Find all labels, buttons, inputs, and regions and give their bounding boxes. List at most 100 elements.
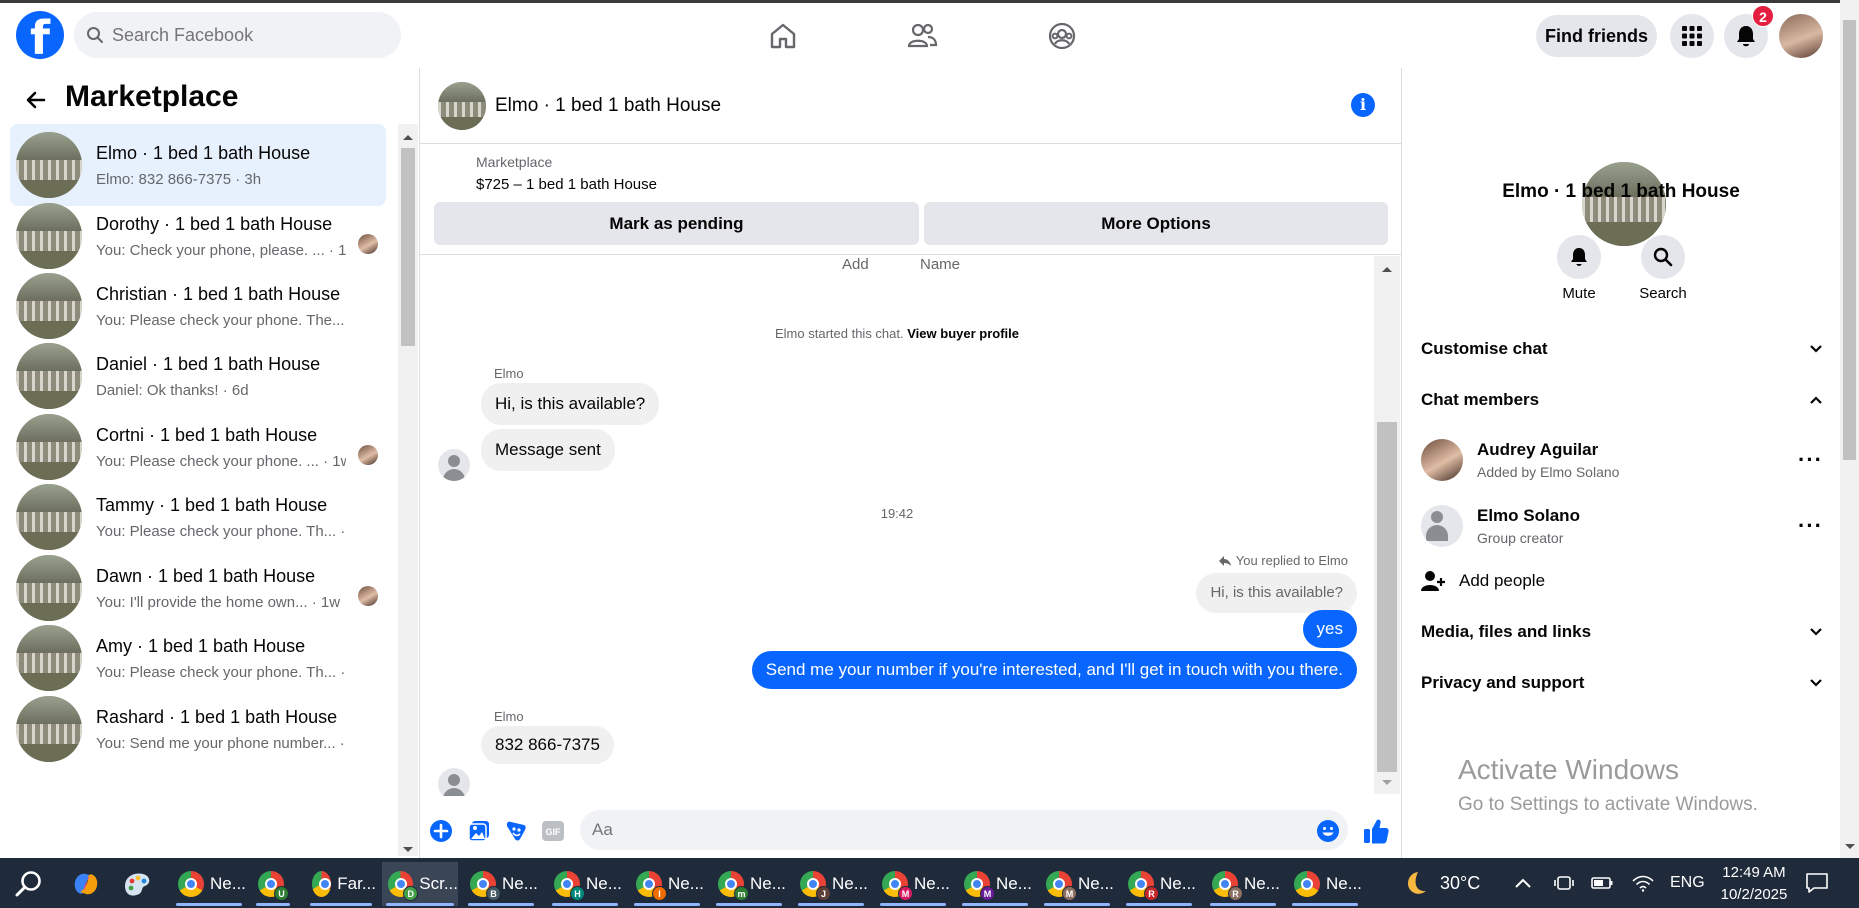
taskbar-chrome-window[interactable]: M Ne... bbox=[958, 862, 1032, 906]
taskbar-chrome-window[interactable]: m Ne... bbox=[712, 862, 786, 906]
mute-bell-icon[interactable] bbox=[1557, 235, 1601, 279]
chat-title[interactable]: Elmo · 1 bed 1 bath House bbox=[495, 95, 721, 117]
scrollbar-thumb[interactable] bbox=[401, 148, 415, 346]
page-scrollbar-thumb[interactable] bbox=[1843, 20, 1856, 460]
message-input-box[interactable] bbox=[580, 810, 1348, 850]
battery-icon[interactable] bbox=[1591, 858, 1613, 908]
more-options-dots-icon[interactable]: ··· bbox=[1798, 447, 1823, 473]
sender-avatar[interactable] bbox=[438, 449, 470, 481]
scroll-up-arrow-icon[interactable] bbox=[402, 133, 414, 141]
listing-price-title[interactable]: $725 – 1 bed 1 bath House bbox=[476, 176, 657, 193]
conversation-preview: You: Please check your phone. The... · 2… bbox=[96, 311, 346, 329]
message-input[interactable] bbox=[592, 820, 1192, 840]
conversation-item[interactable]: Daniel · 1 bed 1 bath House Daniel: Ok th… bbox=[10, 335, 386, 417]
member-avatar[interactable] bbox=[1421, 439, 1463, 481]
chevron-up-icon[interactable] bbox=[1514, 858, 1532, 908]
like-thumbs-up-icon[interactable] bbox=[1362, 817, 1390, 845]
window-label: Ne... bbox=[914, 874, 950, 893]
scroll-down-arrow-icon[interactable] bbox=[402, 846, 414, 854]
more-options-button[interactable]: More Options bbox=[924, 202, 1388, 245]
taskbar-chrome-window[interactable]: Ne... bbox=[172, 862, 246, 906]
member-avatar[interactable] bbox=[1421, 505, 1463, 547]
groups-icon[interactable] bbox=[1040, 14, 1084, 58]
search-input[interactable] bbox=[112, 24, 372, 46]
chat-listing-avatar[interactable] bbox=[438, 82, 486, 130]
incoming-message[interactable]: Message sent bbox=[481, 429, 615, 471]
profile-initial: R bbox=[1228, 886, 1243, 901]
conversation-title: Daniel · 1 bed 1 bath House bbox=[96, 353, 321, 374]
search-label[interactable]: Search bbox=[1623, 285, 1703, 302]
emoji-icon[interactable] bbox=[1316, 819, 1340, 843]
copilot-icon[interactable] bbox=[70, 868, 102, 900]
account-avatar[interactable] bbox=[1779, 14, 1823, 58]
incoming-message[interactable]: 832 866-7375 bbox=[481, 726, 614, 764]
taskbar-chrome-window[interactable]: M Ne... bbox=[1040, 862, 1114, 906]
chat-members-row[interactable]: Chat members bbox=[1421, 380, 1823, 420]
profile-initial: M bbox=[898, 886, 913, 901]
quoted-message[interactable]: Hi, is this available? bbox=[1196, 573, 1357, 613]
privacy-support-row[interactable]: Privacy and support bbox=[1421, 663, 1823, 703]
taskbar-chrome-window[interactable]: Far... bbox=[306, 862, 376, 906]
member-row[interactable]: Audrey Aguilar Added by Elmo Solano ··· bbox=[1421, 435, 1823, 485]
scroll-down-arrow-icon[interactable] bbox=[1381, 779, 1393, 787]
mute-label[interactable]: Mute bbox=[1539, 285, 1619, 302]
outgoing-message[interactable]: Send me your number if you're interested… bbox=[751, 651, 1357, 689]
member-row[interactable]: Elmo Solano Group creator ··· bbox=[1421, 501, 1823, 551]
conversation-item[interactable]: Elmo · 1 bed 1 bath House Elmo: 832 866-7… bbox=[10, 124, 386, 206]
friends-icon[interactable] bbox=[900, 14, 944, 58]
media-files-links-row[interactable]: Media, files and links bbox=[1421, 612, 1823, 652]
wifi-icon[interactable] bbox=[1632, 858, 1654, 908]
running-indicator bbox=[468, 903, 534, 906]
gif-icon[interactable]: GIF bbox=[541, 820, 565, 842]
running-indicator bbox=[962, 903, 1028, 906]
menu-grid-icon[interactable] bbox=[1670, 14, 1714, 58]
taskbar-chrome-window[interactable]: D Scr... bbox=[382, 862, 458, 906]
photo-gallery-icon[interactable] bbox=[467, 819, 491, 843]
mark-as-pending-button[interactable]: Mark as pending bbox=[434, 202, 919, 245]
sticker-icon[interactable] bbox=[504, 819, 528, 843]
window-label: Ne... bbox=[210, 874, 246, 893]
facebook-logo-icon[interactable]: f bbox=[16, 11, 64, 59]
notification-center-icon[interactable] bbox=[1805, 858, 1829, 908]
chat-scrollbar-thumb[interactable] bbox=[1377, 422, 1397, 772]
meet-now-icon[interactable] bbox=[1554, 858, 1574, 908]
weather-widget[interactable]: 30°C bbox=[1400, 858, 1480, 908]
conversation-item[interactable]: Rashard · 1 bed 1 bath House You: Send me… bbox=[10, 688, 386, 770]
add-people-row[interactable]: Add people bbox=[1421, 564, 1545, 598]
sender-avatar[interactable] bbox=[438, 768, 470, 796]
taskbar-chrome-window[interactable]: Ne... bbox=[1288, 862, 1362, 906]
back-arrow-icon[interactable] bbox=[24, 88, 48, 112]
scroll-up-arrow-icon[interactable] bbox=[1381, 265, 1393, 273]
find-friends-button[interactable]: Find friends bbox=[1536, 15, 1657, 57]
scroll-down-arrow-icon[interactable] bbox=[1844, 843, 1856, 851]
outgoing-message[interactable]: yes bbox=[1302, 610, 1357, 648]
home-icon[interactable] bbox=[761, 14, 805, 58]
paint-app-icon[interactable] bbox=[121, 868, 153, 900]
taskbar-chrome-window[interactable]: U bbox=[252, 862, 294, 906]
conversation-item[interactable]: Tammy · 1 bed 1 bath House You: Please ch… bbox=[10, 476, 386, 558]
language-indicator[interactable]: ENG bbox=[1670, 858, 1705, 908]
view-buyer-profile-link[interactable]: View buyer profile bbox=[907, 326, 1019, 341]
taskbar-chrome-window[interactable]: R Ne... bbox=[1122, 862, 1196, 906]
member-subtitle: Group creator bbox=[1477, 530, 1564, 546]
search-icon bbox=[86, 26, 104, 44]
search-box[interactable] bbox=[74, 12, 401, 58]
add-plus-icon[interactable] bbox=[429, 819, 453, 843]
search-conversation-icon[interactable] bbox=[1641, 235, 1685, 279]
conversation-avatar[interactable] bbox=[1582, 162, 1666, 246]
notification-count-badge: 2 bbox=[1752, 5, 1774, 27]
taskbar-chrome-window[interactable]: I Ne... bbox=[630, 862, 704, 906]
taskbar-chrome-window[interactable]: H Ne... bbox=[548, 862, 622, 906]
more-options-dots-icon[interactable]: ··· bbox=[1798, 513, 1823, 539]
taskbar-chrome-window[interactable]: J Ne... bbox=[794, 862, 868, 906]
search-icon[interactable] bbox=[14, 869, 44, 899]
info-icon[interactable]: i bbox=[1351, 93, 1375, 117]
taskbar-chrome-window[interactable]: M Ne... bbox=[876, 862, 950, 906]
incoming-message[interactable]: Hi, is this available? bbox=[481, 383, 660, 425]
clock[interactable]: 12:49 AM 10/2/2025 bbox=[1714, 858, 1794, 908]
customise-chat-row[interactable]: Customise chat bbox=[1421, 329, 1823, 369]
taskbar-chrome-window[interactable]: B Ne... bbox=[464, 862, 538, 906]
profile-initial: U bbox=[274, 886, 289, 901]
taskbar-chrome-window[interactable]: R Ne... bbox=[1206, 862, 1280, 906]
conversation-item[interactable]: Amy · 1 bed 1 bath House You: Please chec… bbox=[10, 617, 386, 699]
